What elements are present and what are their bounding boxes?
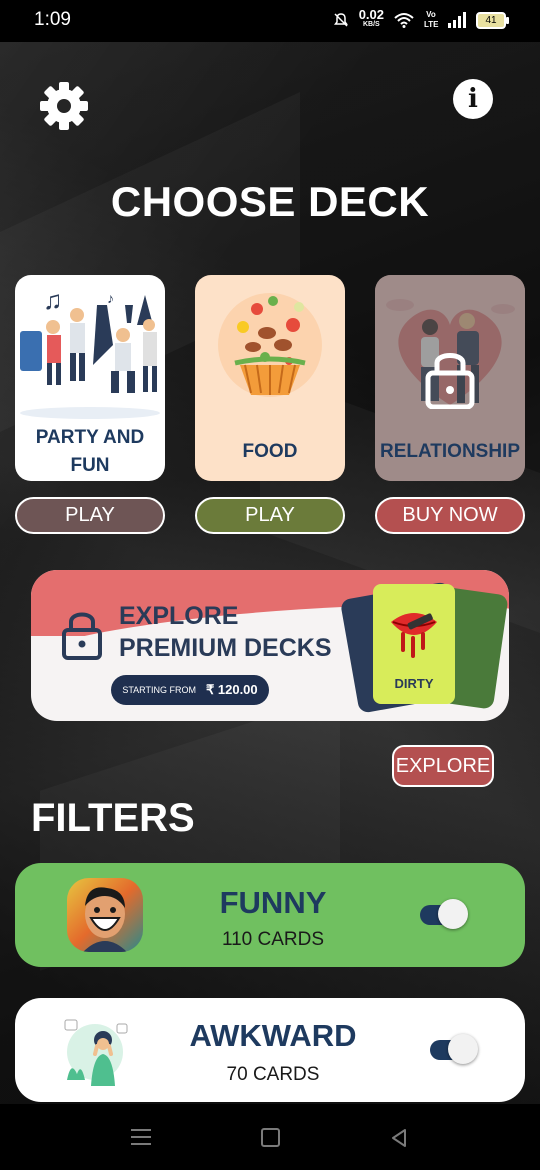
party-illustration: ♫ ♪ xyxy=(20,285,160,419)
deck-label: RELATIONSHIP xyxy=(379,441,521,462)
wifi-icon xyxy=(394,13,414,28)
filter-toggle-awkward[interactable] xyxy=(430,1034,478,1064)
dirty-label: DIRTY xyxy=(394,676,434,691)
home-icon[interactable] xyxy=(261,1128,280,1147)
svg-text:♫: ♫ xyxy=(43,285,63,315)
menu-icon[interactable] xyxy=(131,1129,151,1150)
filter-name: AWKWARD xyxy=(189,1018,357,1053)
filter-count: 110 CARDS xyxy=(221,929,325,950)
deck-card-relationship[interactable]: RELATIONSHIP xyxy=(375,275,525,481)
filter-count: 70 CARDS xyxy=(226,1064,320,1085)
mute-bell-icon xyxy=(333,13,348,27)
premium-decks-banner[interactable]: EXPLORE PREMIUM DECKS STARTING FROM ₹ 12… xyxy=(31,570,509,721)
status-bar: 1:09 0.02 KB/S Vo LTE 41 xyxy=(0,0,540,42)
lock-icon xyxy=(425,353,475,409)
buy-now-button-relationship[interactable]: BUY NOW xyxy=(375,497,525,534)
play-button-party[interactable]: PLAY xyxy=(15,497,165,534)
network-speed: 0.02 KB/S xyxy=(358,7,384,28)
volte-indicator: Vo LTE xyxy=(424,10,439,29)
filter-row-awkward[interactable]: AWKWARD 70 CARDS xyxy=(15,998,525,1102)
funny-avatar xyxy=(67,878,143,952)
filter-row-funny[interactable]: FUNNY 110 CARDS xyxy=(15,863,525,967)
deck-label: PARTY AND FUN xyxy=(35,427,145,476)
deck-card-party[interactable]: ♫ ♪ PARTY AND FUN xyxy=(15,275,165,481)
lips-icon xyxy=(391,613,437,658)
price-badge: STARTING FROM ₹ 120.00 xyxy=(111,675,269,705)
filters-heading: FILTERS xyxy=(31,796,195,840)
explore-button[interactable]: EXPLORE xyxy=(392,745,494,787)
dirty-deck-card: DIRTY xyxy=(373,584,455,704)
filter-name: FUNNY xyxy=(219,885,327,920)
battery-icon: 41 xyxy=(476,11,509,29)
page-title: CHOOSE DECK xyxy=(110,178,430,225)
signal-icon xyxy=(448,12,466,28)
gear-icon[interactable] xyxy=(38,80,90,132)
svg-text:♪: ♪ xyxy=(107,290,114,306)
system-nav-bar xyxy=(0,1104,540,1170)
filter-toggle-funny[interactable] xyxy=(420,899,468,929)
lock-icon xyxy=(62,612,102,660)
banner-line-1: EXPLORE xyxy=(119,602,239,630)
banner-line-2: PREMIUM DECKS xyxy=(119,634,332,662)
deck-label: FOOD xyxy=(242,441,298,462)
back-icon[interactable] xyxy=(389,1128,409,1148)
food-illustration xyxy=(218,293,322,397)
play-button-food[interactable]: PLAY xyxy=(195,497,345,534)
status-time: 1:09 xyxy=(34,9,71,30)
awkward-illustration xyxy=(64,1019,128,1086)
info-icon[interactable]: i xyxy=(453,79,493,119)
deck-card-food[interactable]: FOOD xyxy=(195,275,345,481)
